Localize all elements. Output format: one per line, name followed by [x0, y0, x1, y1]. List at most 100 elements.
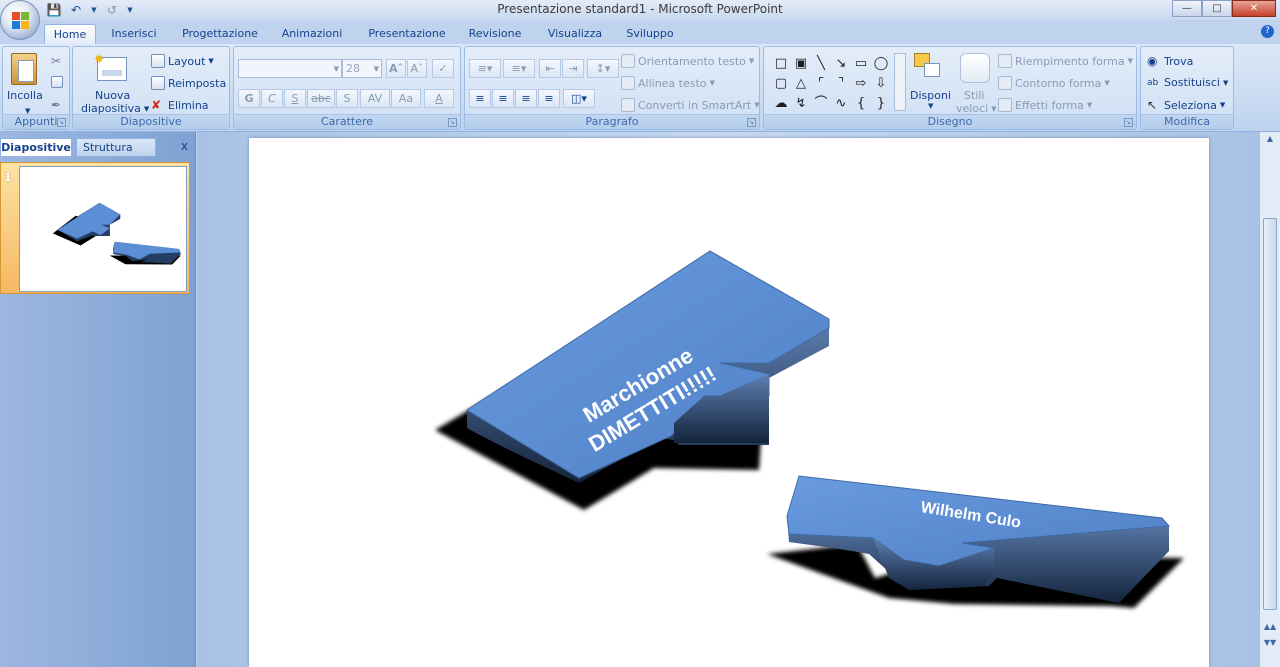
carattere-launcher-icon[interactable]: ↘	[448, 118, 457, 127]
tab-struttura[interactable]: Struttura	[76, 138, 156, 156]
shape-lightning-icon[interactable]: ↯	[792, 95, 810, 113]
find-button[interactable]: ◉ Trova	[1147, 54, 1193, 68]
shape-curve-icon[interactable]: ∿	[832, 95, 850, 113]
scroll-up-icon[interactable]: ▲	[1263, 134, 1277, 146]
font-color-button[interactable]: A	[424, 89, 454, 108]
shape-elbow-icon[interactable]: ⌜	[812, 75, 830, 93]
undo-dropdown-icon[interactable]: ▼	[90, 2, 98, 18]
tab-visualizza[interactable]: Visualizza	[540, 24, 610, 44]
cut-icon[interactable]: ✂	[51, 54, 61, 68]
shape-arc-icon[interactable]: ⌒	[812, 95, 830, 113]
maximize-button[interactable]: □	[1202, 0, 1232, 17]
justify-button[interactable]: ≡	[538, 89, 560, 108]
align-left-button[interactable]: ≡	[469, 89, 491, 108]
decrease-indent-button[interactable]: ⇤	[539, 59, 561, 78]
shape-rectangle-icon[interactable]: ▭	[852, 55, 870, 73]
clear-format-icon[interactable]: ✓	[432, 59, 454, 78]
next-slide-icon[interactable]: ▼▼	[1263, 638, 1277, 650]
ribbon-tabs: Home Inserisci Progettazione Animazioni …	[0, 20, 1280, 44]
arrange-dropdown-icon[interactable]: ▼	[928, 102, 933, 110]
arrange-button[interactable]: Disponi	[910, 89, 951, 102]
tab-presentazione[interactable]: Presentazione	[362, 24, 452, 44]
tab-revisione[interactable]: Revisione	[462, 24, 528, 44]
underline-button[interactable]: S	[284, 89, 306, 108]
tab-animazioni[interactable]: Animazioni	[276, 24, 348, 44]
tab-home[interactable]: Home	[44, 24, 96, 44]
pane-close-icon[interactable]: x	[181, 139, 188, 153]
shape-down-arrow-icon[interactable]: ⇩	[872, 75, 890, 93]
increase-indent-button[interactable]: ⇥	[562, 59, 584, 78]
shape-cloud-icon[interactable]: ☁	[772, 95, 790, 113]
strikethrough-button[interactable]: abc	[307, 89, 335, 108]
shape-fill-label: Riempimento forma	[1015, 54, 1125, 68]
shape-fill-button[interactable]: Riempimento forma ▼	[998, 54, 1133, 68]
shrink-font-button[interactable]: Aˇ	[407, 59, 427, 78]
office-button[interactable]	[0, 0, 40, 40]
numbering-button[interactable]: ≡▾	[503, 59, 535, 78]
shape-effects-button[interactable]: Effetti forma ▼	[998, 98, 1092, 112]
bullets-button[interactable]: ≡▾	[469, 59, 501, 78]
paste-button[interactable]: Incolla	[7, 89, 43, 102]
customize-qat-icon[interactable]: ▼	[126, 2, 134, 18]
tab-inserisci[interactable]: Inserisci	[104, 24, 164, 44]
bold-button[interactable]: G	[238, 89, 260, 108]
italic-button[interactable]: C	[261, 89, 283, 108]
smartart-button[interactable]: Converti in SmartArt ▼	[621, 98, 760, 112]
quick-styles-label-1[interactable]: Stili	[964, 89, 984, 102]
replace-button[interactable]: ab Sostituisci ▼	[1147, 76, 1228, 89]
shape-brace-left-icon[interactable]: {	[852, 95, 870, 113]
tab-diapositive[interactable]: Diapositive	[0, 138, 72, 156]
appunti-launcher-icon[interactable]: ↘	[57, 118, 66, 127]
layout-button[interactable]: Layout ▼	[151, 54, 214, 68]
change-case-button[interactable]: Aa	[391, 89, 421, 108]
scrollbar-thumb[interactable]	[1263, 218, 1277, 610]
align-center-button[interactable]: ≡	[492, 89, 514, 108]
group-label-modifica: Modifica	[1141, 114, 1233, 129]
align-text-button[interactable]: Allinea testo ▼	[621, 76, 715, 90]
shape-right-arrow-icon[interactable]: ⇨	[852, 75, 870, 93]
shadow-button[interactable]: S	[336, 89, 358, 108]
font-name-combo[interactable]: ▼	[238, 59, 342, 78]
shape-line-icon[interactable]: ╲	[812, 55, 830, 73]
shape-connector-icon[interactable]: ⌝	[832, 75, 850, 93]
select-button[interactable]: ↖ Seleziona ▼	[1147, 98, 1225, 112]
shape-wilhelm-callout[interactable]: Wilhelm Culo	[767, 475, 1184, 608]
close-button[interactable]: ✕	[1232, 0, 1276, 17]
slide-canvas[interactable]: Marchionne DIMETTITI!!!!! Wilhelm Culo	[249, 138, 1209, 667]
reset-button[interactable]: Reimposta	[151, 76, 226, 90]
shape-callout-icon[interactable]: □	[772, 55, 790, 73]
shapes-gallery-scroll[interactable]	[894, 53, 906, 111]
prev-slide-icon[interactable]: ▲▲	[1263, 622, 1277, 634]
delete-button[interactable]: ✘ Elimina	[151, 98, 209, 112]
new-slide-label-1[interactable]: Nuova	[95, 89, 130, 102]
copy-icon[interactable]	[51, 76, 63, 88]
columns-button[interactable]: ◫▾	[563, 89, 595, 108]
help-icon[interactable]: ?	[1261, 25, 1274, 38]
undo-icon[interactable]: ↶	[68, 2, 84, 18]
shape-outline-button[interactable]: Contorno forma ▼	[998, 76, 1110, 90]
text-direction-button[interactable]: Orientamento testo ▼	[621, 54, 754, 68]
char-spacing-button[interactable]: AV	[360, 89, 390, 108]
disegno-launcher-icon[interactable]: ↘	[1124, 118, 1133, 127]
shape-textbox-icon[interactable]: ▣	[792, 55, 810, 73]
line-spacing-button[interactable]: ↕▾	[587, 59, 619, 78]
shape-arrow-line-icon[interactable]: ↘	[832, 55, 850, 73]
redo-icon[interactable]: ↺	[104, 2, 120, 18]
slide-thumbnail[interactable]	[19, 166, 187, 292]
shape-brace-right-icon[interactable]: }	[872, 95, 890, 113]
grow-font-button[interactable]: Aˆ	[386, 59, 406, 78]
font-size-combo[interactable]: 28 ▼	[342, 59, 382, 78]
minimize-button[interactable]: —	[1172, 0, 1202, 17]
shape-triangle-icon[interactable]: △	[792, 75, 810, 93]
align-right-button[interactable]: ≡	[515, 89, 537, 108]
shape-rounded-rect-icon[interactable]: ▢	[772, 75, 790, 93]
paragrafo-launcher-icon[interactable]: ↘	[747, 118, 756, 127]
shape-oval-icon[interactable]: ◯	[872, 55, 890, 73]
shape-marchionne-callout[interactable]: Marchionne DIMETTITI!!!!!	[435, 250, 830, 510]
format-painter-icon[interactable]: ✒	[51, 98, 61, 112]
tab-sviluppo[interactable]: Sviluppo	[620, 24, 680, 44]
save-icon[interactable]: 💾	[46, 2, 62, 18]
tab-progettazione[interactable]: Progettazione	[178, 24, 262, 44]
slide-thumbnail-selected[interactable]: 1	[0, 162, 190, 294]
vertical-scrollbar[interactable]: ▲ ▲▲ ▼▼	[1259, 132, 1280, 667]
